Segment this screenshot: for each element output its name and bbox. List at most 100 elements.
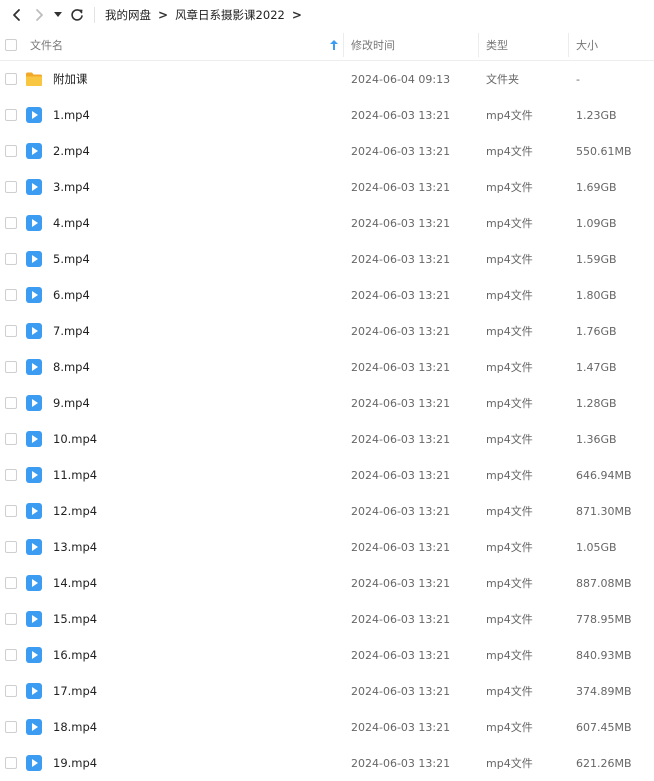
file-modified-time: 2024-06-03 13:21	[351, 432, 451, 446]
file-row[interactable]: 13.mp4 2024-06-03 13:21 mp4文件 1.05GB	[0, 529, 654, 565]
file-name[interactable]: 16.mp4	[53, 637, 97, 673]
row-checkbox[interactable]	[5, 541, 17, 553]
file-name[interactable]: 5.mp4	[53, 241, 90, 277]
row-checkbox[interactable]	[5, 361, 17, 373]
file-name[interactable]: 2.mp4	[53, 133, 90, 169]
video-file-icon	[25, 538, 43, 556]
breadcrumb-item-current[interactable]: 风章日系摄影课2022	[175, 7, 285, 23]
row-checkbox[interactable]	[5, 721, 17, 733]
file-name[interactable]: 3.mp4	[53, 169, 90, 205]
file-row[interactable]: 12.mp4 2024-06-03 13:21 mp4文件 871.30MB	[0, 493, 654, 529]
column-divider[interactable]	[478, 33, 479, 57]
file-type: mp4文件	[486, 757, 533, 770]
video-file-icon	[25, 178, 43, 196]
file-row[interactable]: 附加课 2024-06-04 09:13 文件夹 -	[0, 61, 654, 97]
file-size: 1.47GB	[576, 360, 617, 374]
file-name[interactable]: 8.mp4	[53, 349, 90, 385]
file-name[interactable]: 19.mp4	[53, 745, 97, 781]
forward-button[interactable]	[28, 4, 50, 26]
file-type: mp4文件	[486, 505, 533, 518]
breadcrumb-item-root[interactable]: 我的网盘	[105, 7, 151, 23]
row-checkbox[interactable]	[5, 109, 17, 121]
file-row[interactable]: 6.mp4 2024-06-03 13:21 mp4文件 1.80GB	[0, 277, 654, 313]
file-name[interactable]: 12.mp4	[53, 493, 97, 529]
file-row[interactable]: 11.mp4 2024-06-03 13:21 mp4文件 646.94MB	[0, 457, 654, 493]
row-checkbox[interactable]	[5, 757, 17, 769]
row-checkbox[interactable]	[5, 145, 17, 157]
file-type: mp4文件	[486, 469, 533, 482]
select-all-checkbox[interactable]	[5, 39, 17, 51]
file-name[interactable]: 附加课	[53, 61, 88, 97]
file-row[interactable]: 3.mp4 2024-06-03 13:21 mp4文件 1.69GB	[0, 169, 654, 205]
column-divider[interactable]	[343, 33, 344, 57]
row-checkbox[interactable]	[5, 433, 17, 445]
file-name[interactable]: 10.mp4	[53, 421, 97, 457]
file-modified-time: 2024-06-03 13:21	[351, 180, 451, 194]
file-size: 550.61MB	[576, 144, 632, 158]
file-name[interactable]: 17.mp4	[53, 673, 97, 709]
row-checkbox[interactable]	[5, 613, 17, 625]
file-name[interactable]: 6.mp4	[53, 277, 90, 313]
row-checkbox[interactable]	[5, 685, 17, 697]
file-name[interactable]: 13.mp4	[53, 529, 97, 565]
caret-down-icon	[54, 12, 62, 17]
file-row[interactable]: 19.mp4 2024-06-03 13:21 mp4文件 621.26MB	[0, 745, 654, 781]
row-checkbox[interactable]	[5, 217, 17, 229]
refresh-button[interactable]	[66, 4, 88, 26]
file-row[interactable]: 15.mp4 2024-06-03 13:21 mp4文件 778.95MB	[0, 601, 654, 637]
row-checkbox[interactable]	[5, 325, 17, 337]
row-checkbox[interactable]	[5, 289, 17, 301]
file-row[interactable]: 7.mp4 2024-06-03 13:21 mp4文件 1.76GB	[0, 313, 654, 349]
file-row[interactable]: 8.mp4 2024-06-03 13:21 mp4文件 1.47GB	[0, 349, 654, 385]
video-file-icon	[25, 286, 43, 304]
file-row[interactable]: 2.mp4 2024-06-03 13:21 mp4文件 550.61MB	[0, 133, 654, 169]
file-type: mp4文件	[486, 649, 533, 662]
sort-ascending-icon[interactable]	[329, 30, 339, 60]
file-modified-time: 2024-06-03 13:21	[351, 360, 451, 374]
row-checkbox[interactable]	[5, 253, 17, 265]
file-size: 646.94MB	[576, 468, 632, 482]
file-row[interactable]: 5.mp4 2024-06-03 13:21 mp4文件 1.59GB	[0, 241, 654, 277]
row-checkbox[interactable]	[5, 649, 17, 661]
refresh-icon	[71, 9, 83, 21]
file-type: mp4文件	[486, 325, 533, 338]
history-dropdown-button[interactable]	[50, 4, 66, 26]
row-checkbox[interactable]	[5, 397, 17, 409]
file-name[interactable]: 7.mp4	[53, 313, 90, 349]
back-button[interactable]	[6, 4, 28, 26]
file-name[interactable]: 11.mp4	[53, 457, 97, 493]
file-name[interactable]: 1.mp4	[53, 97, 90, 133]
file-row[interactable]: 9.mp4 2024-06-03 13:21 mp4文件 1.28GB	[0, 385, 654, 421]
file-row[interactable]: 16.mp4 2024-06-03 13:21 mp4文件 840.93MB	[0, 637, 654, 673]
row-checkbox[interactable]	[5, 73, 17, 85]
row-checkbox[interactable]	[5, 577, 17, 589]
column-divider[interactable]	[568, 33, 569, 57]
file-name[interactable]: 9.mp4	[53, 385, 90, 421]
file-modified-time: 2024-06-04 09:13	[351, 72, 451, 86]
file-row[interactable]: 1.mp4 2024-06-03 13:21 mp4文件 1.23GB	[0, 97, 654, 133]
file-name[interactable]: 18.mp4	[53, 709, 97, 745]
file-name[interactable]: 14.mp4	[53, 565, 97, 601]
file-row[interactable]: 4.mp4 2024-06-03 13:21 mp4文件 1.09GB	[0, 205, 654, 241]
file-name[interactable]: 15.mp4	[53, 601, 97, 637]
file-modified-time: 2024-06-03 13:21	[351, 216, 451, 230]
file-modified-time: 2024-06-03 13:21	[351, 288, 451, 302]
row-checkbox[interactable]	[5, 469, 17, 481]
file-row[interactable]: 18.mp4 2024-06-03 13:21 mp4文件 607.45MB	[0, 709, 654, 745]
column-header-size[interactable]: 大小	[576, 30, 598, 60]
file-row[interactable]: 10.mp4 2024-06-03 13:21 mp4文件 1.36GB	[0, 421, 654, 457]
video-file-icon	[25, 394, 43, 412]
file-name[interactable]: 4.mp4	[53, 205, 90, 241]
file-row[interactable]: 17.mp4 2024-06-03 13:21 mp4文件 374.89MB	[0, 673, 654, 709]
file-row[interactable]: 14.mp4 2024-06-03 13:21 mp4文件 887.08MB	[0, 565, 654, 601]
file-size: 1.69GB	[576, 180, 617, 194]
column-header-modified[interactable]: 修改时间	[351, 30, 395, 60]
file-size: 1.80GB	[576, 288, 617, 302]
file-size: 621.26MB	[576, 756, 632, 770]
chevron-left-icon	[13, 9, 20, 21]
column-header-name[interactable]: 文件名	[30, 30, 63, 60]
file-size: -	[576, 72, 580, 86]
row-checkbox[interactable]	[5, 505, 17, 517]
column-header-type[interactable]: 类型	[486, 30, 508, 60]
row-checkbox[interactable]	[5, 181, 17, 193]
